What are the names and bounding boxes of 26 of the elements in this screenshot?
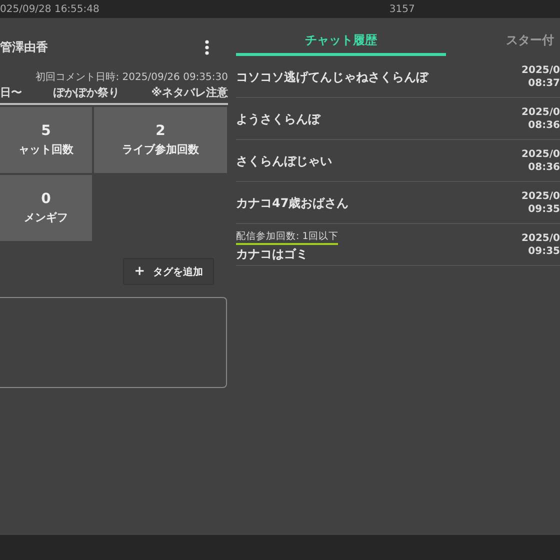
tab[interactable]: スター付 (446, 18, 554, 56)
tag-text[interactable]: ※ネタバレ注意 (151, 85, 228, 102)
chat-message: さくらんぼじゃい (236, 152, 332, 170)
tag-text[interactable]: 日〜 (0, 85, 22, 102)
chat-message: カナコ47歳おばさん (236, 194, 349, 212)
stat-tile: 5 ャット回数 (0, 106, 92, 172)
add-tag-button[interactable]: + タグを追加 (123, 258, 214, 285)
chat-message: ようさくらんぼ (236, 110, 320, 128)
tag-text[interactable]: ぽかぽか祭り (54, 85, 120, 102)
chat-message: カナコはゴミ (236, 246, 309, 263)
chat-timestamp: 2025/0 08:37 (522, 64, 560, 90)
tab[interactable]: チャット履歴 (236, 18, 446, 56)
first-comment-date: 初回コメント日時: 2025/09/26 09:35:30 (34, 70, 228, 85)
table-cell-text: 025/09/28 16:55:48 (0, 2, 100, 16)
user-name: 管澤由香 (0, 39, 48, 56)
chat-timestamp: 2025/0 08:36 (522, 106, 560, 132)
memo-field[interactable] (0, 297, 227, 388)
stat-tile: 2 ライブ参加回数 (94, 106, 227, 172)
chat-message: コソコソ逃げてんじゃねさくらんぼ (236, 68, 428, 86)
chat-timestamp: 2025/0 08:36 (522, 148, 560, 174)
chat-timestamp: 2025/0 09:35 (522, 190, 560, 216)
chat-timestamp: 2025/0 09:35 (522, 232, 560, 258)
more-icon[interactable] (205, 40, 209, 54)
table-cell-text: 3157 (389, 2, 415, 16)
stat-tile: 0 メンギフ (0, 174, 92, 240)
participation-label: 配信参加回数: 1回以下 (236, 231, 338, 245)
